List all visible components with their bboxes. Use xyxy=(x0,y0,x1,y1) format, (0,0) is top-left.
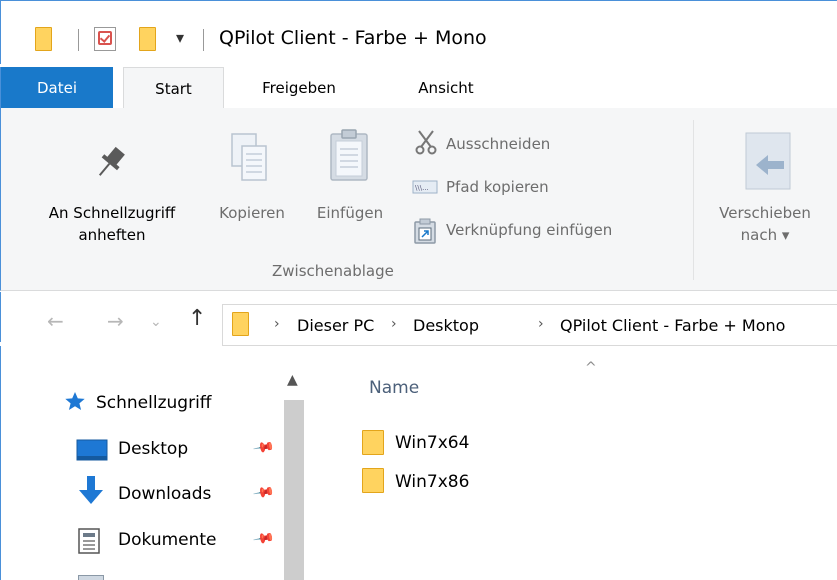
new-folder-icon[interactable] xyxy=(139,27,156,51)
up-arrow-icon[interactable]: ↑ xyxy=(188,306,206,331)
paste-shortcut-icon[interactable] xyxy=(414,218,436,244)
breadcrumb-dieser-pc[interactable]: Dieser PC xyxy=(297,316,374,335)
nav-scrollbar-thumb[interactable] xyxy=(284,400,304,580)
move-label-line2: nach ▾ xyxy=(740,226,790,244)
pin-quick-access-button[interactable]: An Schnellzugriff anheften xyxy=(5,202,219,246)
file-item-win7x86[interactable]: Win7x86 xyxy=(395,472,469,492)
copy-button[interactable]: Kopieren xyxy=(205,202,299,224)
copy-path-icon[interactable]: \\\... xyxy=(412,179,438,195)
nav-quick-access[interactable]: Schnellzugriff xyxy=(96,393,212,413)
pin-label-line1: An Schnellzugriff xyxy=(48,204,176,222)
folder-icon[interactable] xyxy=(35,27,52,51)
paste-icon[interactable] xyxy=(329,128,369,182)
file-item-win7x64[interactable]: Win7x64 xyxy=(395,433,469,453)
breadcrumb-separator-icon: › xyxy=(391,316,397,332)
window-title: QPilot Client - Farbe + Mono xyxy=(219,27,487,49)
folder-icon xyxy=(362,468,384,493)
ribbon-group-divider xyxy=(693,120,694,280)
forward-arrow-icon[interactable]: → xyxy=(107,309,124,333)
nav-item-downloads[interactable]: Downloads xyxy=(118,484,211,504)
breadcrumb-separator-icon: › xyxy=(538,316,544,332)
star-icon xyxy=(65,392,85,410)
quick-access-dropdown-icon[interactable]: ▾ xyxy=(176,28,184,47)
paste-shortcut-button[interactable]: Verknüpfung einfügen xyxy=(446,219,612,241)
tab-start[interactable]: Start xyxy=(123,67,224,110)
tab-datei[interactable]: Datei xyxy=(1,67,113,109)
scissors-icon[interactable] xyxy=(414,129,438,155)
move-to-icon[interactable] xyxy=(744,131,794,191)
column-header-name[interactable]: Name xyxy=(369,378,419,398)
tab-freigeben[interactable]: Freigeben xyxy=(234,67,364,109)
scroll-up-arrow-icon[interactable]: ▲ xyxy=(287,372,298,388)
download-icon xyxy=(79,476,103,504)
nav-item-dokumente[interactable]: Dokumente xyxy=(118,530,217,550)
quick-access-divider xyxy=(78,29,79,51)
sort-ascending-icon: ^ xyxy=(585,360,597,376)
breadcrumb-desktop[interactable]: Desktop xyxy=(413,316,479,335)
properties-icon[interactable] xyxy=(94,27,116,51)
ribbon-tab-bar: Datei Start Freigeben Ansicht xyxy=(0,67,837,110)
document-icon xyxy=(78,528,100,554)
title-divider xyxy=(203,29,204,51)
address-folder-icon xyxy=(232,312,249,336)
clipboard-group-label: Zwischenablage xyxy=(272,262,394,280)
folder-icon xyxy=(362,430,384,455)
move-to-button[interactable]: Verschieben nach ▾ xyxy=(700,202,830,246)
breadcrumb-separator-icon: › xyxy=(274,316,280,332)
svg-text:\\\...: \\\... xyxy=(415,184,429,192)
paste-button[interactable]: Einfügen xyxy=(303,202,397,224)
move-label-line1: Verschieben xyxy=(719,204,811,222)
back-arrow-icon[interactable]: ← xyxy=(47,309,64,333)
nav-item-desktop[interactable]: Desktop xyxy=(118,439,188,459)
pin-label-line2: anheften xyxy=(78,226,146,244)
recent-locations-chevron-icon[interactable]: ⌄ xyxy=(150,314,162,330)
desktop-icon xyxy=(76,439,108,461)
cut-button[interactable]: Ausschneiden xyxy=(446,133,550,155)
copy-icon[interactable] xyxy=(230,132,268,182)
breadcrumb-current-folder[interactable]: QPilot Client - Farbe + Mono xyxy=(560,316,837,335)
pin-icon[interactable] xyxy=(90,143,130,183)
copy-path-button[interactable]: Pfad kopieren xyxy=(446,176,549,198)
pictures-icon xyxy=(78,575,104,580)
tab-ansicht[interactable]: Ansicht xyxy=(393,67,499,109)
